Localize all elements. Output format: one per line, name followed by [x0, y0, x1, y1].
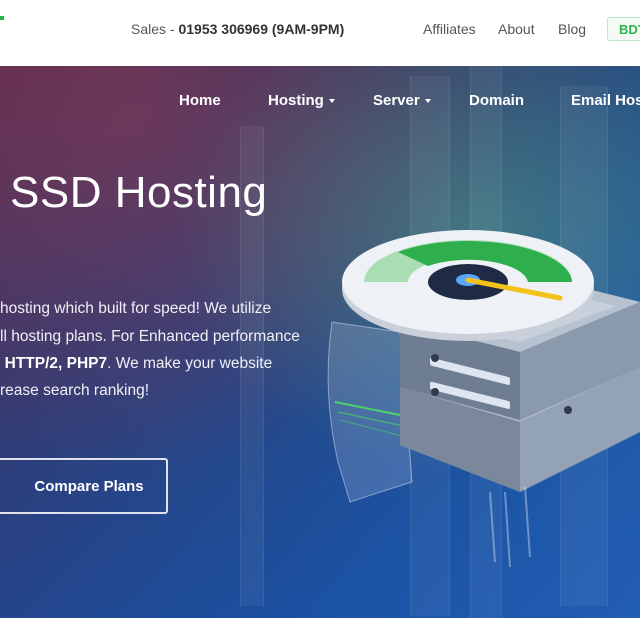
currency-selector[interactable]: BDT	[607, 17, 640, 41]
blog-link[interactable]: Blog	[558, 21, 586, 37]
hero-description-line: rease search ranking!	[0, 382, 150, 399]
main-nav: Home Hosting Server Domain Email Hos	[0, 92, 640, 116]
sales-phone[interactable]: 01953 306969 (9AM-9PM)	[178, 21, 344, 37]
hero-section: Home Hosting Server Domain Email Hos SSD…	[0, 66, 640, 618]
chevron-down-icon	[328, 99, 335, 104]
nav-server[interactable]: Server	[373, 92, 431, 109]
chevron-down-icon	[424, 99, 431, 104]
speedometer-illustration	[327, 230, 640, 568]
nav-home[interactable]: Home	[179, 92, 221, 109]
top-bar: Sales - 01953 306969 (9AM-9PM) Affiliate…	[0, 0, 640, 67]
affiliates-link[interactable]: Affiliates	[423, 21, 476, 37]
nav-email-hosting[interactable]: Email Hos	[571, 92, 640, 109]
nav-domain[interactable]: Domain	[469, 92, 524, 109]
gauge-icon	[342, 230, 594, 341]
about-link[interactable]: About	[498, 21, 535, 37]
hero-title: SSD Hosting	[10, 168, 268, 217]
hero-description-line: , HTTP/2, PHP7. We make your website	[0, 355, 273, 372]
hero-description-line: ll hosting plans. For Enhanced performan…	[0, 328, 300, 345]
logo[interactable]	[0, 16, 4, 20]
hero-description-line: hosting which built for speed! We utiliz…	[0, 300, 272, 317]
nav-hosting[interactable]: Hosting	[268, 92, 335, 109]
compare-plans-button[interactable]: Compare Plans	[0, 458, 168, 514]
page-footer-strip	[0, 618, 640, 640]
sales-contact: Sales - 01953 306969 (9AM-9PM)	[131, 21, 345, 37]
